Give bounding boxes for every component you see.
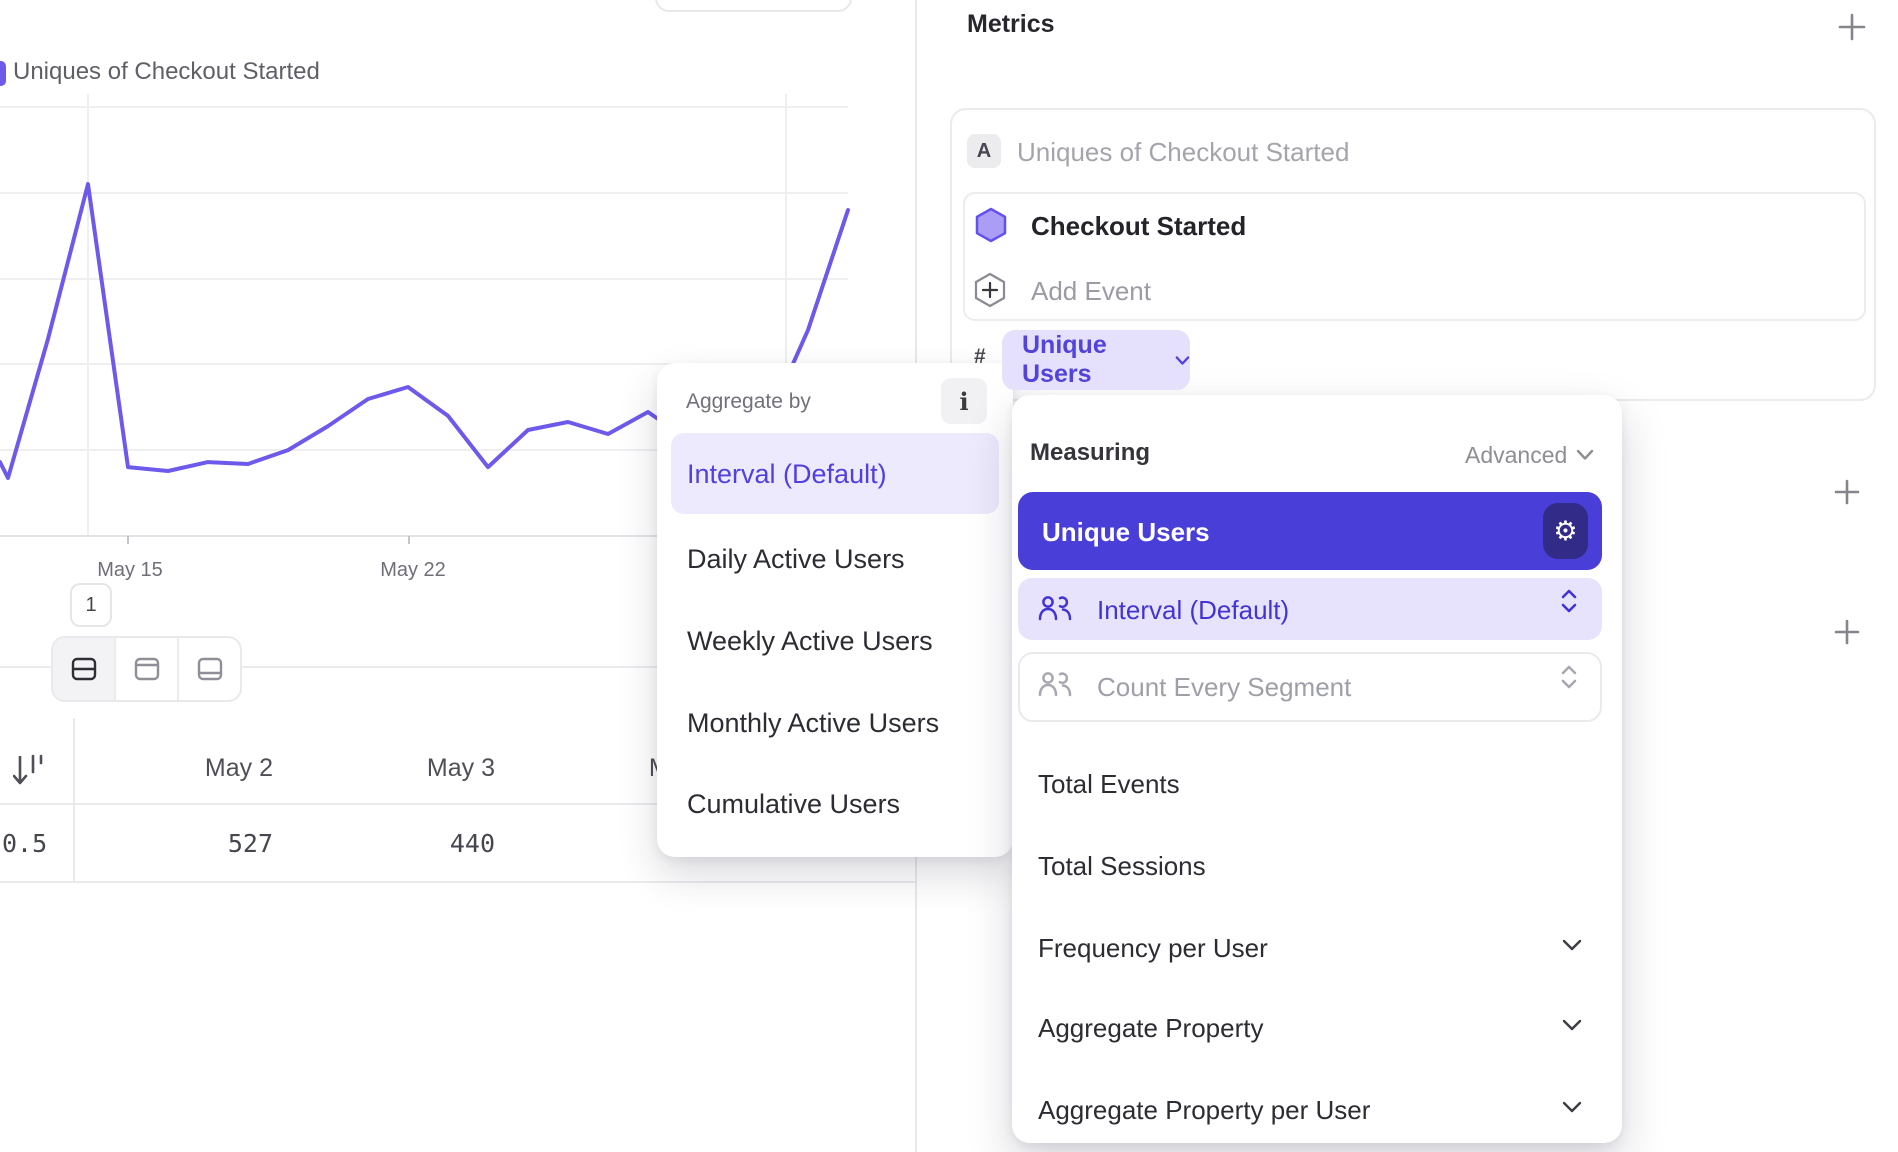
table-cell: 527 [73, 829, 273, 861]
menu-item-aggregate-property[interactable]: Aggregate Property [1038, 1013, 1263, 1044]
menu-item-total-events[interactable]: Total Events [1038, 769, 1180, 800]
layout-chart-only-button[interactable] [114, 638, 177, 700]
table-header-cell[interactable]: May 3 [273, 754, 495, 786]
menu-item-monthly-active-users[interactable]: Monthly Active Users [687, 708, 939, 739]
page-number-button[interactable]: 1 [70, 583, 112, 627]
aggregation-dropdown-chip[interactable]: Unique Users [1002, 330, 1190, 390]
users-icon [1038, 670, 1072, 698]
add-filter-button[interactable] [1832, 477, 1862, 507]
table-row-border [0, 881, 915, 883]
add-metric-button[interactable] [1837, 12, 1867, 42]
menu-item-daily-active-users[interactable]: Daily Active Users [687, 544, 905, 575]
split-horizontal-icon [69, 654, 99, 684]
clipped-toolbar-card [655, 0, 852, 12]
menu-item-aggregate-property-per-user[interactable]: Aggregate Property per User [1038, 1095, 1370, 1126]
chevron-down-icon[interactable] [1576, 449, 1594, 461]
layout-table-only-button[interactable] [177, 638, 240, 700]
add-event-label[interactable]: Add Event [1031, 276, 1151, 307]
measuring-title: Measuring [1030, 439, 1150, 467]
menu-item-cumulative-users[interactable]: Cumulative Users [687, 789, 900, 820]
menu-item-frequency-per-user[interactable]: Frequency per User [1038, 933, 1268, 964]
aggregate-by-title: Aggregate by [686, 390, 811, 414]
interval-option-label: Interval (Default) [1097, 595, 1289, 626]
up-down-chevrons-icon [1560, 664, 1578, 690]
chevron-down-icon [1562, 1019, 1582, 1032]
users-icon [1038, 594, 1072, 622]
panel-bottom-icon [195, 654, 225, 684]
chevron-down-icon [1562, 939, 1582, 952]
menu-item-total-sessions[interactable]: Total Sessions [1038, 851, 1206, 882]
sort-descending-icon[interactable] [13, 751, 43, 791]
event-name[interactable]: Checkout Started [1031, 211, 1246, 242]
panel-top-icon [132, 654, 162, 684]
advanced-toggle[interactable]: Advanced [1465, 442, 1567, 469]
table-header-cell[interactable]: May 2 [73, 754, 273, 786]
info-icon[interactable]: i [941, 378, 987, 424]
count-segment-option-label: Count Every Segment [1097, 672, 1351, 703]
gear-icon[interactable]: ⚙ [1543, 503, 1588, 559]
aggregation-chip-label: Unique Users [1022, 331, 1163, 389]
layout-split-button[interactable] [53, 638, 114, 700]
add-event-icon[interactable] [972, 270, 1008, 310]
add-breakdown-button[interactable] [1832, 617, 1862, 647]
layout-toggle-group [51, 636, 242, 702]
metric-letter-badge: A [967, 134, 1001, 168]
metrics-section-title: Metrics [967, 10, 1055, 39]
chevron-down-icon [1175, 355, 1190, 366]
up-down-chevrons-icon [1560, 588, 1578, 614]
x-axis-tick-label: May 22 [353, 559, 473, 582]
x-axis-tick-label: May 15 [70, 559, 190, 582]
table-cell: 440 [273, 829, 495, 861]
measuring-selected-label: Unique Users [1042, 517, 1210, 548]
event-hexagon-icon [974, 206, 1008, 244]
menu-item-interval-default[interactable]: Interval (Default) [687, 459, 887, 490]
metric-name-input[interactable]: Uniques of Checkout Started [1017, 137, 1349, 168]
table-cell-clipped: 0.5 [2, 829, 47, 858]
menu-item-weekly-active-users[interactable]: Weekly Active Users [687, 626, 933, 657]
chevron-down-icon [1562, 1101, 1582, 1114]
